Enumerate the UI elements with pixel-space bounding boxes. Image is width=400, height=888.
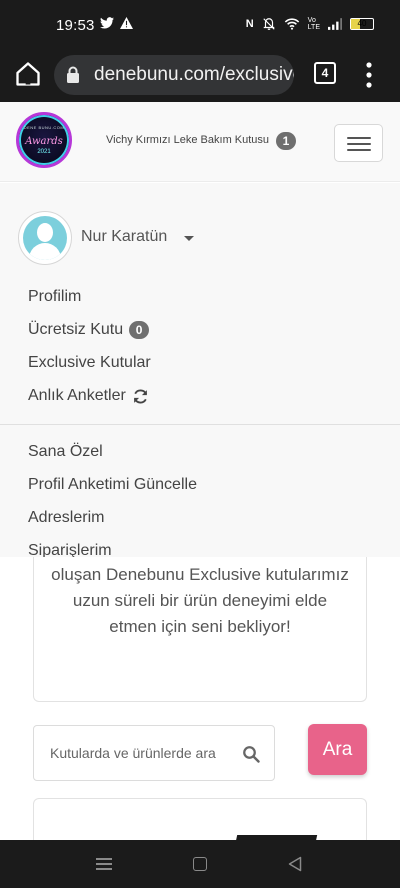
caret-down-icon[interactable]: [184, 236, 194, 241]
warning-icon: [120, 17, 133, 29]
menu-item-siparislerim[interactable]: Siparişlerim: [28, 542, 112, 557]
home-icon[interactable]: [14, 60, 42, 88]
volte-icon: Vo LTE: [307, 17, 320, 31]
logo-line3: 2021: [37, 149, 51, 155]
nav-home-icon[interactable]: [193, 857, 207, 871]
menu-item-label: Exclusive Kutular: [28, 354, 151, 371]
url-text[interactable]: denebunu.com/exclusive: [94, 64, 294, 86]
hamburger-menu-button[interactable]: [334, 124, 383, 162]
browser-toolbar: denebunu.com/exclusive 4: [0, 50, 400, 102]
menu-item-label: Profil Anketimi Güncelle: [28, 476, 197, 493]
menu-item-sana-ozel[interactable]: Sana Özel: [28, 443, 103, 461]
search-icon[interactable]: [242, 745, 260, 763]
address-bar[interactable]: denebunu.com/exclusive: [54, 55, 294, 95]
refresh-icon: [133, 389, 147, 403]
twitter-icon: [100, 17, 114, 29]
mute-icon: [263, 18, 275, 30]
site-logo[interactable]: DENE BUNU.COM Awards 2021: [16, 112, 72, 168]
tab-switcher-button[interactable]: 4: [314, 62, 336, 84]
nfc-icon: N: [245, 18, 254, 30]
status-time: 19:53: [56, 17, 95, 34]
search-button[interactable]: Ara: [308, 724, 367, 775]
menu-item-label: Ücretsiz Kutu: [28, 321, 124, 338]
status-bar: 19:53 N Vo LTE 40: [0, 0, 400, 50]
signal-icon: [328, 18, 342, 30]
logo-line1: DENE BUNU.COM: [23, 125, 65, 130]
system-nav-bar: [0, 840, 400, 888]
menu-item-anlik-anketler[interactable]: Anlık Anketler: [28, 387, 149, 405]
cart-count-badge: 1: [276, 132, 296, 150]
search-input[interactable]: Kutularda ve ürünlerde ara: [33, 725, 275, 781]
username[interactable]: Nur Karatün: [81, 228, 167, 246]
menu-item-label: Profilim: [28, 288, 82, 305]
site-header: DENE BUNU.COM Awards 2021 Vichy Kırmızı …: [0, 102, 400, 182]
avatar[interactable]: [18, 211, 72, 265]
search-placeholder: Kutularda ve ürünlerde ara: [50, 745, 216, 761]
battery-icon: 40: [350, 18, 374, 30]
menu-item-label: Adreslerim: [28, 509, 105, 526]
wifi-icon: [284, 18, 299, 30]
menu-item-label: Sana Özel: [28, 443, 103, 460]
free-box-count-badge: 0: [129, 321, 150, 339]
back-icon[interactable]: [288, 856, 302, 872]
menu-item-exclusive-kutular[interactable]: Exclusive Kutular: [28, 354, 151, 372]
cart-item-link[interactable]: Vichy Kırmızı Leke Bakım Kutusu: [106, 134, 269, 146]
logo-line2: Awards: [25, 136, 63, 147]
menu-divider: [0, 424, 400, 425]
menu-item-label: Siparişlerim: [28, 542, 112, 557]
battery-level: 40: [357, 19, 367, 28]
menu-item-adreslerim[interactable]: Adreslerim: [28, 509, 104, 527]
exclusive-description: oluşan Denebunu Exclusive kutularımız uz…: [51, 565, 349, 636]
menu-item-label: Anlık Anketler: [28, 387, 126, 404]
exclusive-info-card: oluşan Denebunu Exclusive kutularımız uz…: [33, 557, 367, 702]
menu-item-profil-anketi[interactable]: Profil Anketimi Güncelle: [28, 476, 197, 494]
lock-icon[interactable]: [66, 66, 80, 83]
menu-item-ucretsiz-kutu[interactable]: Ücretsiz Kutu 0: [28, 321, 150, 339]
menu-item-profilim[interactable]: Profilim: [28, 288, 81, 306]
user-menu-panel: Nur Karatün Profilim Ücretsiz Kutu 0 Exc…: [0, 183, 400, 557]
browser-menu-icon[interactable]: [364, 60, 374, 90]
recents-icon[interactable]: [96, 857, 112, 871]
